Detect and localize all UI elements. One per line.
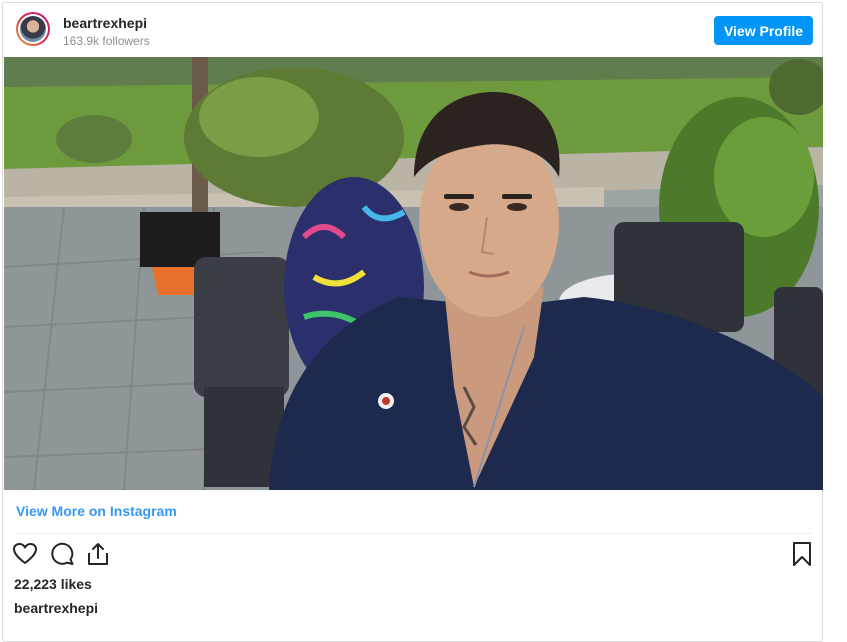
heart-icon[interactable] <box>12 541 38 567</box>
post-header: beartrexhepi 163.9k followers View Profi… <box>3 3 822 57</box>
follower-count: 163.9k followers <box>63 34 150 48</box>
like-count[interactable]: 22,223 likes <box>14 576 92 592</box>
post-image[interactable] <box>4 57 823 490</box>
comment-icon[interactable] <box>49 541 75 567</box>
share-icon[interactable] <box>85 541 111 567</box>
avatar-ring <box>18 14 48 44</box>
profile-avatar[interactable] <box>16 12 50 46</box>
avatar-image <box>20 16 46 42</box>
view-more-link[interactable]: View More on Instagram <box>16 503 177 519</box>
instagram-embed-card: beartrexhepi 163.9k followers View Profi… <box>2 2 823 642</box>
profile-username[interactable]: beartrexhepi <box>63 15 147 31</box>
bookmark-icon[interactable] <box>789 541 815 567</box>
post-image-illustration <box>4 57 823 490</box>
divider <box>16 533 812 534</box>
view-profile-button[interactable]: View Profile <box>714 16 813 45</box>
caption-username[interactable]: beartrexhepi <box>14 600 98 616</box>
